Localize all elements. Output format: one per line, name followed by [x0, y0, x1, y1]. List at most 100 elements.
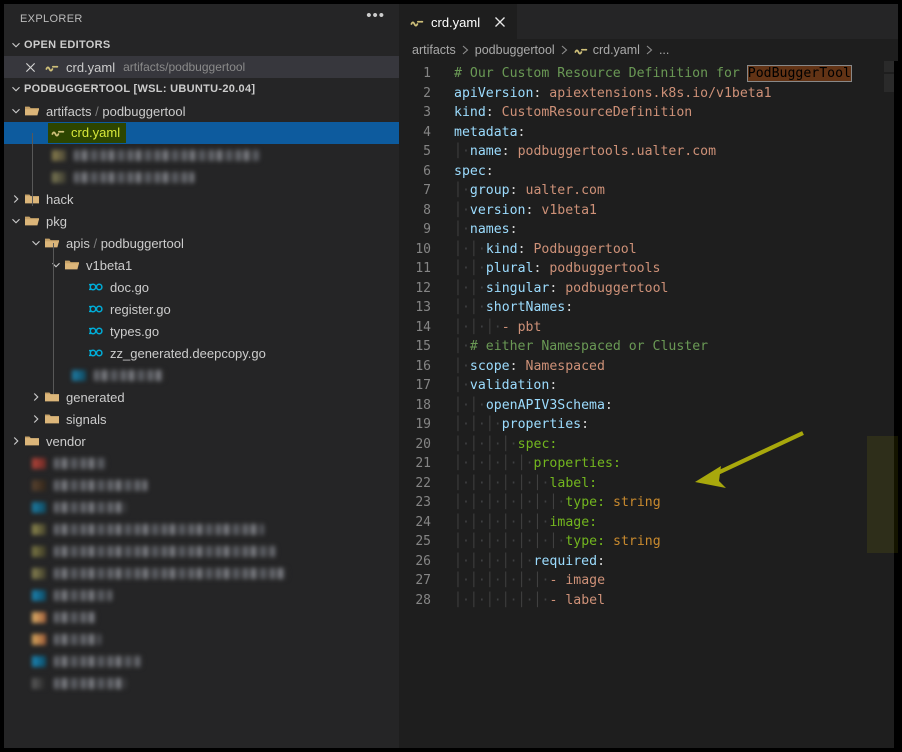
- file-tree-item-redacted[interactable]: [4, 540, 399, 562]
- file-tree-item-types-go[interactable]: types.go: [4, 320, 399, 342]
- overview-ruler[interactable]: [884, 61, 898, 748]
- file-icon-redacted: [32, 612, 46, 623]
- code-line: 4metadata:: [399, 123, 898, 143]
- close-icon[interactable]: [22, 59, 38, 75]
- file-tree-item-hack[interactable]: hack: [4, 188, 399, 210]
- chevron-down-icon[interactable]: [8, 213, 24, 229]
- file-icon-redacted: [32, 590, 46, 601]
- chevron-right-icon[interactable]: [28, 411, 44, 427]
- code-line: 2apiVersion: apiextensions.k8s.io/v1beta…: [399, 84, 898, 104]
- indent-guide-char: │: [470, 554, 478, 569]
- whitespace-dot: ·: [510, 554, 518, 569]
- code-editor-content[interactable]: 1# Our Custom Resource Definition for Po…: [399, 61, 898, 610]
- file-icon-redacted: [52, 172, 66, 183]
- indent-guide-char: │: [470, 495, 478, 510]
- file-tree-item-label: register.go: [110, 302, 171, 317]
- file-label-redacted: [54, 502, 126, 513]
- whitespace-dot: ·: [462, 534, 470, 549]
- file-tree-item-vendor[interactable]: vendor: [4, 430, 399, 452]
- line-number: 17: [399, 376, 441, 396]
- file-tree-item-redacted[interactable]: [4, 452, 399, 474]
- code-punctuation: :: [549, 378, 557, 393]
- chevron-down-icon[interactable]: [8, 103, 24, 119]
- file-tree-item-signals[interactable]: signals: [4, 408, 399, 430]
- breadcrumb-item[interactable]: artifacts: [412, 43, 456, 57]
- chevron-down-icon[interactable]: [28, 235, 44, 251]
- indent-guide-char: │: [454, 183, 462, 198]
- code-line: 24│·│·│·│·│·│·image:: [399, 513, 898, 533]
- file-tree-item-redacted[interactable]: [4, 672, 399, 694]
- file-tree-item-redacted[interactable]: [4, 364, 399, 386]
- indent-guide-char: │: [486, 320, 494, 335]
- whitespace-dot: ·: [462, 242, 470, 257]
- file-tree-item-generated[interactable]: generated: [4, 386, 399, 408]
- indent-guide-char: │: [470, 593, 478, 608]
- file-tree-item-zz-generated-deepcopy-go[interactable]: zz_generated.deepcopy.go: [4, 342, 399, 364]
- section-open-editors[interactable]: OPEN EDITORS: [4, 34, 399, 56]
- indent-guide-char: │: [454, 476, 462, 491]
- file-tree-item-apis-podbuggertool[interactable]: apis / podbuggertool: [4, 232, 399, 254]
- code-line-content: │·│·│·│·│·required:: [441, 552, 605, 572]
- file-tree-item-redacted[interactable]: [4, 166, 399, 188]
- indent-guide-char: │: [454, 378, 462, 393]
- breadcrumb-item[interactable]: ...: [659, 43, 669, 57]
- tab-crd-yaml[interactable]: crd.yaml: [399, 4, 517, 39]
- file-tree-item-redacted[interactable]: [4, 606, 399, 628]
- file-tree-item-doc-go[interactable]: doc.go: [4, 276, 399, 298]
- search-highlight-box: crd.yaml: [48, 123, 126, 143]
- file-tree-item-register-go[interactable]: register.go: [4, 298, 399, 320]
- indent-guide-char: │: [470, 398, 478, 413]
- file-tree-item-redacted[interactable]: [4, 650, 399, 672]
- file-tree-item-redacted[interactable]: [4, 474, 399, 496]
- file-tree-item-redacted[interactable]: [4, 518, 399, 540]
- indent-guide-char: │: [454, 261, 462, 276]
- indent-guide-char: │: [454, 456, 462, 471]
- line-number: 7: [399, 181, 441, 201]
- breadcrumb-item[interactable]: podbuggertool: [475, 43, 555, 57]
- file-tree-item-redacted[interactable]: [4, 584, 399, 606]
- file-tree-item-label: generated: [66, 390, 125, 405]
- file-tree-item-artifacts-podbuggertool[interactable]: artifacts / podbuggertool: [4, 100, 399, 122]
- folder-open-icon: [44, 235, 60, 251]
- file-icon-redacted: [32, 480, 46, 491]
- code-line: 11│·│·plural: podbuggertools: [399, 259, 898, 279]
- whitespace-dot: ·: [494, 437, 502, 452]
- indent-guide-char: │: [502, 573, 510, 588]
- code-line: 25│·│·│·│·│·│·│·type: string: [399, 532, 898, 552]
- file-tree-item-redacted[interactable]: [4, 496, 399, 518]
- indent-guide-char: │: [502, 515, 510, 530]
- code-line: 16│·scope: Namespaced: [399, 357, 898, 377]
- whitespace-dot: ·: [510, 456, 518, 471]
- whitespace-dot: ·: [462, 417, 470, 432]
- code-line-content: kind: CustomResourceDefinition: [441, 103, 692, 123]
- indent-guide-char: │: [486, 554, 494, 569]
- code-line-content: │·│·singular: podbuggertool: [441, 279, 668, 299]
- file-tree-item-pkg[interactable]: pkg: [4, 210, 399, 232]
- chevron-down-icon[interactable]: [48, 257, 64, 273]
- line-number: 21: [399, 454, 441, 474]
- tab-close-icon[interactable]: [490, 12, 510, 32]
- whitespace-dot: ·: [478, 398, 486, 413]
- file-tree-item-label: crd.yaml: [71, 125, 120, 140]
- file-tree-item-redacted[interactable]: [4, 628, 399, 650]
- section-workspace[interactable]: PODBUGGERTOOL [WSL: UBUNTU-20.04]: [4, 78, 399, 100]
- open-editor-item-crd-yaml[interactable]: crd.yaml artifacts/podbuggertool: [4, 56, 399, 78]
- indent-guide-char: │: [470, 281, 478, 296]
- yaml-key: type: [565, 534, 597, 549]
- explorer-more-actions-icon[interactable]: •••: [366, 12, 385, 26]
- file-tree-item-v1beta1[interactable]: v1beta1: [4, 254, 399, 276]
- file-icon-redacted: [32, 524, 46, 535]
- indent-guide-char: │: [454, 359, 462, 374]
- yaml-key: singular: [486, 281, 550, 296]
- file-tree-item-redacted[interactable]: [4, 562, 399, 584]
- chevron-right-icon[interactable]: [28, 389, 44, 405]
- indent-guide-char: │: [486, 573, 494, 588]
- whitespace-dot: ·: [494, 573, 502, 588]
- breadcrumb-item[interactable]: crd.yaml: [593, 43, 640, 57]
- indent-guide-char: │: [518, 593, 526, 608]
- chevron-right-icon[interactable]: [8, 433, 24, 449]
- chevron-right-icon[interactable]: [8, 191, 24, 207]
- file-tree-item-crd-yaml[interactable]: crd.yaml: [4, 122, 399, 144]
- file-tree-item-redacted[interactable]: [4, 144, 399, 166]
- yaml-key: apiVersion: [454, 86, 533, 101]
